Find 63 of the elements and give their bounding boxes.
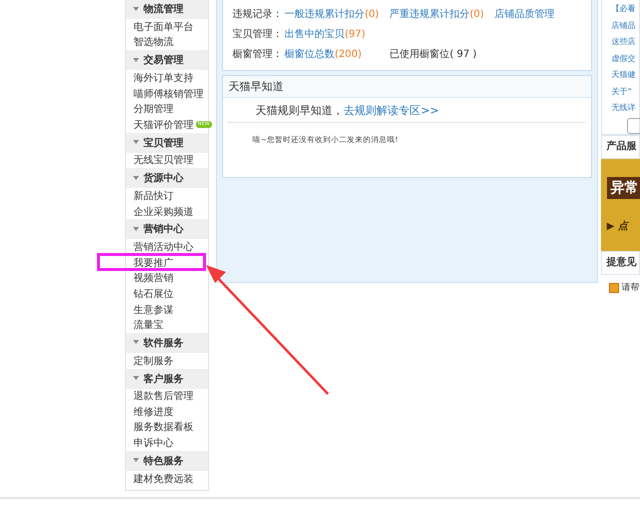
stat-link[interactable]: 出售中的宝贝(97) (284, 27, 390, 41)
caret-icon (132, 58, 139, 63)
menu-item[interactable]: 无线宝贝管理 (134, 153, 194, 168)
menu-item[interactable]: 退款售后管理 (134, 389, 194, 404)
notice-heading: 天猫规则早知道， (256, 104, 344, 117)
banner-title: 异常 (606, 177, 640, 199)
menu-item[interactable]: 定制服务 (134, 354, 174, 368)
menu-item[interactable]: 生意参谋 (134, 302, 174, 317)
menu-group-header[interactable]: 货源中心 (126, 168, 208, 188)
menu-group-header[interactable]: 软件服务 (126, 332, 208, 353)
menu-item[interactable]: 企业采购频道 (134, 204, 194, 219)
stat-link[interactable]: 店铺品质管理 (494, 7, 600, 21)
menu-item[interactable]: 视频营销 (134, 271, 174, 286)
stat-link[interactable]: 严重违规累计扣分(0) (390, 7, 495, 21)
menu-group-header[interactable]: 客户服务 (126, 368, 208, 388)
menu-group-header[interactable]: 营销中心 (126, 219, 208, 240)
caret-icon (132, 176, 139, 181)
banner-link: ▶ 点 (606, 220, 630, 233)
field-label: 违规记录： (232, 8, 284, 21)
caret-icon (132, 140, 139, 146)
menu-item[interactable]: 流量宝 (134, 318, 164, 332)
menu-item[interactable]: 海外订单支持 (134, 70, 194, 85)
note-icon (608, 282, 619, 292)
stat-link[interactable]: 一般违规累计扣分(0) (284, 7, 390, 21)
menu-item[interactable]: 喵师傅核销管理 (134, 86, 204, 101)
menu-item[interactable]: 新品快订 (134, 188, 174, 203)
announcement-link[interactable]: 虚假交 (612, 52, 639, 69)
announcement-link[interactable]: 天猫健 (612, 69, 639, 86)
menu-group-header[interactable]: 物流管理 (126, 0, 208, 19)
announcement-link[interactable]: 【必看 (612, 3, 639, 20)
menu-item[interactable]: 电子面单平台 (134, 20, 194, 34)
announcement-link[interactable]: 这些店 (612, 36, 639, 52)
field-label: 橱窗管理： (232, 48, 284, 61)
panel-title: 产品服 (600, 135, 640, 159)
menu-item[interactable]: 智选物流 (134, 35, 174, 50)
panel-title: 天猫早知道 (222, 76, 591, 98)
panel-title: 提意见 (600, 251, 640, 275)
announcement-link[interactable]: 无线详 (612, 102, 639, 118)
caret-icon (132, 6, 139, 12)
menu-item[interactable]: 我要推广 (134, 256, 174, 270)
promo-banner[interactable]: 异常 ▶ 点 (600, 159, 640, 251)
menu-item[interactable]: 营销活动中心 (134, 240, 194, 254)
caret-icon (132, 376, 139, 381)
menu-item[interactable]: 维修进度 (134, 404, 174, 419)
feedback-link[interactable]: 请帮 (622, 281, 640, 294)
menu-group-header[interactable]: 交易管理 (126, 50, 208, 70)
menu-item[interactable]: 分期管理 (134, 102, 174, 116)
menu-item[interactable]: 服务数据看板 (134, 420, 194, 434)
menu-item[interactable]: 钻石展位 (134, 286, 174, 301)
rules-link[interactable]: 去规则解读专区>> (344, 104, 440, 117)
announcement-link[interactable]: 关于“ (612, 86, 639, 102)
caret-icon (132, 340, 139, 346)
stat-link[interactable]: 橱窗位总数(200) (284, 47, 390, 61)
menu-item[interactable]: 天猫评价管理 (134, 118, 194, 132)
stat-text: 已使用橱窗位( 97 ) (390, 48, 478, 61)
menu-group-header[interactable]: 宝贝管理 (126, 132, 208, 153)
field-label: 宝贝管理： (232, 28, 284, 41)
menu-item[interactable]: 申诉中心 (134, 436, 174, 450)
caret-icon (132, 226, 139, 232)
menu-item[interactable]: 建材免费远装 (134, 472, 194, 486)
announcement-link[interactable]: 店铺品 (612, 20, 639, 36)
menu-group-header[interactable]: 特色服务 (126, 450, 208, 471)
caret-icon (132, 458, 139, 464)
